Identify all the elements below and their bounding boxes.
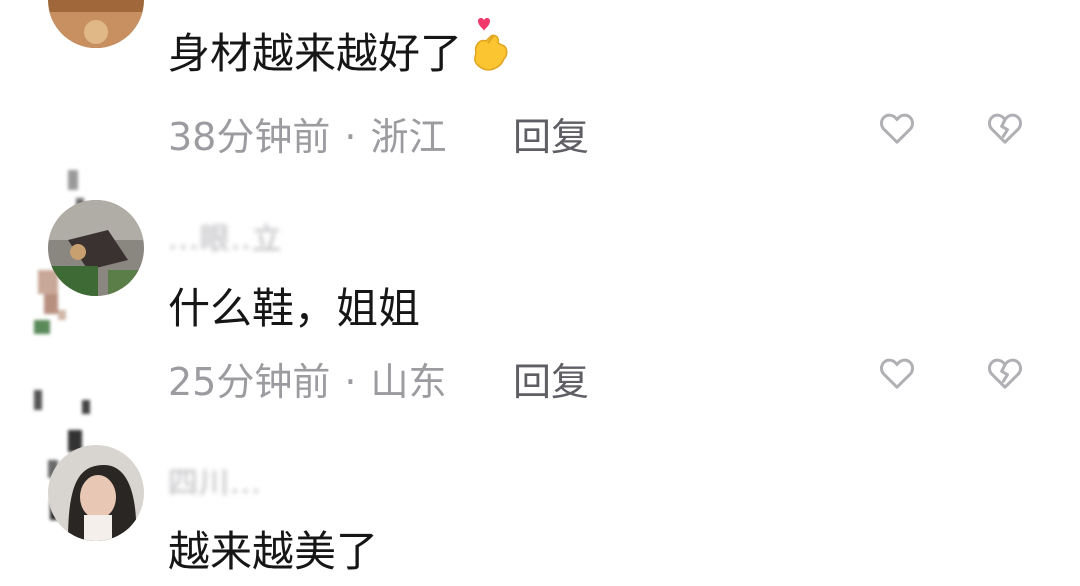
heart-outline-icon[interactable] (877, 108, 917, 148)
broken-heart-icon[interactable] (985, 353, 1025, 393)
comment-meta: 25分钟前 · 山东 (168, 351, 446, 406)
username[interactable]: 四川... (168, 458, 262, 502)
heart-hand-emoji (468, 15, 514, 75)
avatar[interactable] (48, 200, 144, 296)
comment-text: 身材越来越好了 (168, 17, 514, 81)
reply-button[interactable]: 回复 (513, 351, 589, 406)
comment-meta: 38分钟前 · 浙江 (168, 106, 446, 161)
username[interactable]: ...眼..立 (168, 214, 283, 258)
avatar[interactable] (48, 0, 144, 48)
broken-heart-icon[interactable] (985, 108, 1025, 148)
comment-time: 38分钟前 (168, 115, 331, 159)
meta-separator: · (344, 360, 357, 404)
comment-location: 山东 (370, 360, 447, 404)
reply-button[interactable]: 回复 (513, 106, 589, 161)
comment-text: 越来越美了 (168, 527, 379, 576)
comment-text: 什么鞋，姐姐 (168, 284, 421, 333)
comment-location: 浙江 (370, 115, 447, 159)
heart-outline-icon[interactable] (877, 353, 917, 393)
meta-separator: · (344, 115, 357, 159)
comment-time: 25分钟前 (168, 360, 331, 404)
avatar[interactable] (48, 445, 144, 541)
